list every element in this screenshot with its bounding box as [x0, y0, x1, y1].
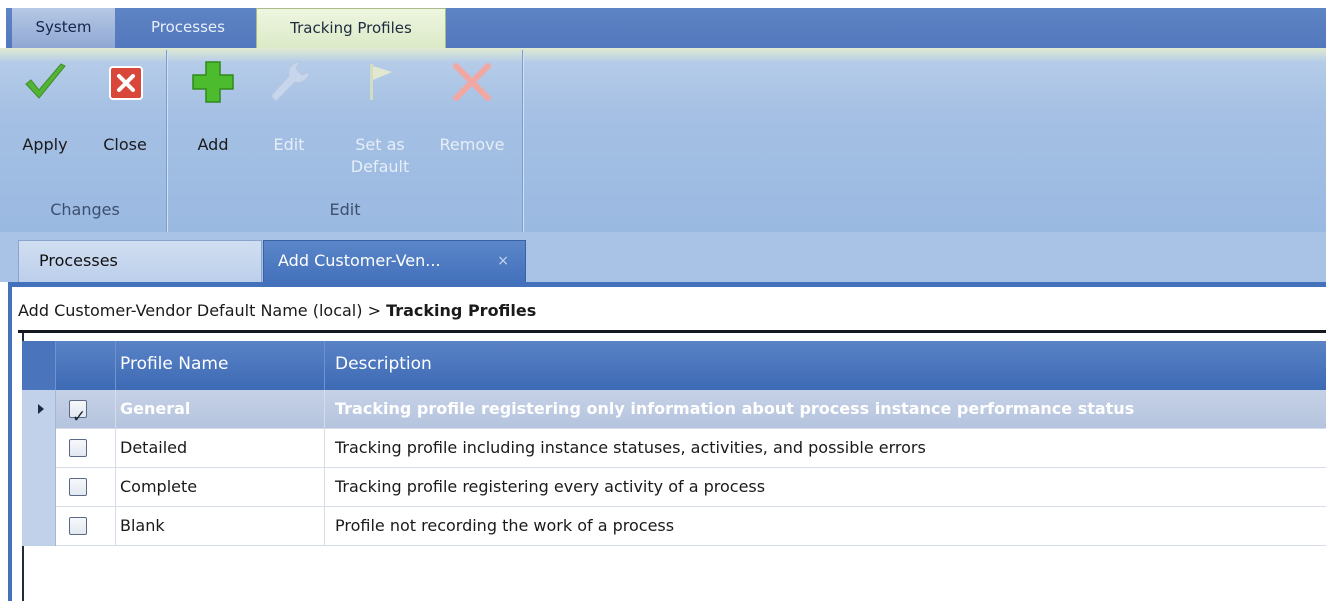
- close-label: Close: [103, 135, 147, 154]
- checkmark-icon: [25, 63, 66, 99]
- flag-icon: [370, 64, 392, 100]
- apply-label: Apply: [22, 135, 68, 154]
- group-label-edit: Edit: [329, 200, 361, 219]
- apply-button[interactable]: Apply: [4, 52, 86, 192]
- set-as-default-label-line1: Set as: [355, 135, 405, 154]
- wrench-icon: [270, 61, 310, 102]
- close-button[interactable]: Close: [86, 52, 164, 192]
- profile-name-cell[interactable]: Complete: [116, 468, 325, 507]
- breadcrumb: Add Customer-Vendor Default Name (local)…: [18, 296, 536, 326]
- menu-tab-system[interactable]: System: [12, 8, 115, 48]
- add-button[interactable]: Add: [176, 52, 250, 192]
- edit-button[interactable]: Edit: [254, 52, 324, 192]
- group-label-changes: Changes: [50, 200, 120, 219]
- row-checkbox[interactable]: [69, 517, 87, 535]
- set-as-default-button[interactable]: Set as Default: [336, 52, 424, 192]
- table-row[interactable]: Complete Tracking profile registering ev…: [22, 468, 1326, 507]
- doc-tab-active-label: Add Customer-Ven...: [278, 251, 441, 270]
- doc-tab-processes[interactable]: Processes: [18, 240, 262, 282]
- breadcrumb-path: Add Customer-Vendor Default Name (local)…: [18, 301, 387, 320]
- close-box-icon: [109, 66, 143, 100]
- row-indicator: [22, 390, 56, 429]
- header-indicator-cell: [22, 341, 56, 390]
- profile-name-cell[interactable]: Blank: [116, 507, 325, 546]
- description-cell[interactable]: Tracking profile registering only inform…: [325, 390, 1326, 429]
- row-checkbox[interactable]: ✓: [69, 400, 87, 427]
- doc-tab-add-customer-vendor[interactable]: Add Customer-Ven... ×: [263, 240, 526, 282]
- breadcrumb-current: Tracking Profiles: [386, 301, 537, 320]
- column-header-description[interactable]: Description: [325, 341, 1326, 390]
- grid-header: Profile Name Description: [22, 341, 1326, 390]
- plus-icon: [192, 61, 234, 103]
- header-check-cell[interactable]: [56, 341, 116, 390]
- row-indicator: [22, 429, 56, 468]
- row-checkbox[interactable]: [69, 439, 87, 457]
- description-cell[interactable]: Profile not recording the work of a proc…: [325, 507, 1326, 546]
- edit-label: Edit: [273, 135, 305, 154]
- check-icon: ✓: [72, 407, 87, 427]
- remove-label: Remove: [439, 135, 505, 154]
- menu-tab-processes[interactable]: Processes: [125, 8, 251, 48]
- x-icon: [453, 63, 491, 101]
- menu-tab-tracking-profiles[interactable]: Tracking Profiles: [256, 8, 446, 50]
- row-pointer-icon: [38, 404, 44, 414]
- row-indicator: [22, 468, 56, 507]
- table-row[interactable]: ✓ General Tracking profile registering o…: [22, 390, 1326, 429]
- close-tab-icon[interactable]: ×: [497, 241, 509, 281]
- table-row[interactable]: Blank Profile not recording the work of …: [22, 507, 1326, 546]
- doc-tab-processes-label: Processes: [39, 251, 118, 270]
- set-as-default-label-line2: Default: [350, 157, 410, 176]
- add-label: Add: [197, 135, 229, 154]
- profile-name-cell[interactable]: Detailed: [116, 429, 325, 468]
- column-header-profile-name[interactable]: Profile Name: [116, 341, 325, 390]
- remove-button[interactable]: Remove: [430, 52, 514, 192]
- table-row[interactable]: Detailed Tracking profile including inst…: [22, 429, 1326, 468]
- description-cell[interactable]: Tracking profile registering every activ…: [325, 468, 1326, 507]
- row-indicator: [22, 507, 56, 546]
- row-checkbox[interactable]: [69, 478, 87, 496]
- set-as-default-label: Set as Default: [336, 134, 424, 178]
- description-cell[interactable]: Tracking profile including instance stat…: [325, 429, 1326, 468]
- profile-name-cell[interactable]: General: [116, 390, 325, 429]
